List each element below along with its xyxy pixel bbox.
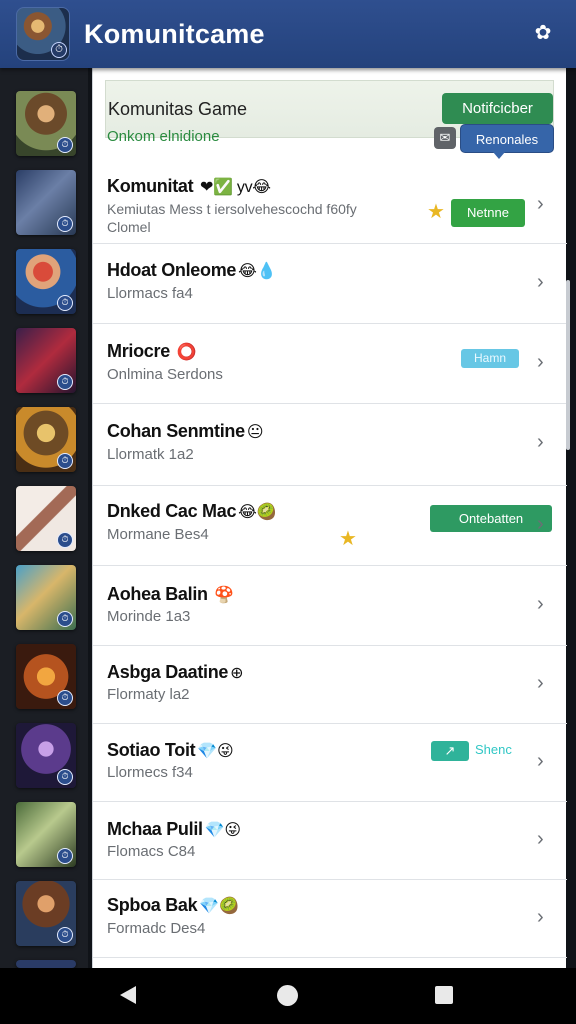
clock-icon: ⏱ [57,769,73,785]
emoji-icon: 😐 [246,424,264,441]
app-avatar[interactable]: ⏱ [16,7,70,61]
row-title: Dnked Cac Mac [107,501,237,521]
row-subtitle-2: Clomel [107,219,151,235]
game-avatar[interactable]: ⏱ [16,249,76,314]
game-avatar[interactable]: ⏱ [16,723,76,788]
list-item[interactable]: Cohan Senmtine 😐 Llormatk 1a2 › [93,404,567,486]
emoji-icon: ⭕ [176,344,197,361]
clock-icon: ⏱ [57,137,73,153]
row-subtitle: Flormaty la2 [107,686,190,703]
game-avatar[interactable]: ⏱ [16,328,76,393]
report-button[interactable]: Renonales [460,124,554,159]
clock-icon: ⏱ [57,374,73,390]
game-avatar[interactable]: ⏱ [16,91,76,156]
row-subtitle: Onlmina Serdons [107,366,223,383]
emoji-icon: 😂🥝 [238,504,277,521]
chevron-right-icon[interactable]: › [537,751,549,771]
list-item[interactable]: Sotiao Toit 💎😜 Llormecs f34 ↗ Shenc › [93,724,567,802]
clock-icon: ⏱ [57,532,73,548]
row-subtitle: Flomacs C84 [107,843,196,860]
game-avatar[interactable]: ⏱ [16,407,76,472]
chevron-right-icon[interactable]: › [537,829,549,849]
row-title: Cohan Senmtine [107,421,245,441]
row-title: Asbga Daatine [107,662,229,682]
list-item[interactable]: Aohea Balin 🍄 Morinde 1a3 › [93,566,567,646]
status-badge[interactable]: Hamn [461,349,519,368]
row-subtitle: Llormecs f34 [107,764,193,781]
list-item[interactable]: Mriocre ⭕ Onlmina Serdons Hamn › [93,324,567,404]
game-avatar[interactable]: ⏱ [16,486,76,551]
game-avatar[interactable]: ⏱ [16,170,76,235]
chevron-right-icon[interactable]: › [537,352,549,372]
list-item[interactable]: Dnked Cac Mac 😂🥝 Mormane Bes4 ★ Ontebatte… [93,486,567,566]
status-badge[interactable]: Shenc [475,742,512,757]
chevron-right-icon[interactable]: › [537,673,549,693]
settings-icon[interactable]: ✿ [532,22,554,44]
notify-button[interactable]: Notifcicber [442,93,553,124]
community-list: Komunitat ❤✅ yv😂 Kemiutas Mess t iersolv… [93,164,567,958]
chevron-right-icon[interactable]: › [537,272,549,292]
emoji-icon: 💎😜 [204,822,241,839]
back-icon[interactable] [120,986,136,1004]
list-item[interactable]: Mchaa Pulil 💎😜 Flomacs C84 › [93,802,567,880]
clock-icon: ⏱ [57,216,73,232]
chat-icon[interactable]: ✉ [434,127,456,149]
row-title: Mriocre [107,341,170,361]
sub-header-label[interactable]: Onkom elnidione [107,128,220,145]
row-subtitle: Llormacs fa4 [107,285,193,302]
emoji-icon: 💎😜 [197,743,234,760]
clock-icon: ⏱ [57,927,73,943]
emoji-icon: 😂💧 [238,263,277,280]
clock-icon: ⏱ [51,42,67,58]
clock-icon: ⏱ [57,690,73,706]
row-subtitle: Mormane Bes4 [107,526,209,543]
row-title: Sotiao Toit [107,740,196,760]
game-rail: ⏱ ⏱ ⏱ ⏱ ⏱ ⏱ ⏱ ⏱ ⏱ ⏱ ⏱ [0,68,88,968]
chevron-right-icon[interactable]: › [537,194,549,214]
clock-icon: ⏱ [57,295,73,311]
row-subtitle: Kemiutas Mess t iersolvehescochd f60fy [107,201,357,217]
panel-title: Komunitas Game [108,98,248,119]
game-avatar[interactable]: ⏱ [16,644,76,709]
game-avatar[interactable]: ⏱ [16,881,76,946]
row-subtitle: Formadc Des4 [107,920,206,937]
app-bar: ⏱ Komunitcame ✿ [0,0,576,68]
emoji-icon: 🍄 [214,587,235,604]
list-item[interactable]: Asbga Daatine ⊕ Flormaty la2 › [93,646,567,724]
star-icon: ★ [427,201,445,223]
row-title: Aohea Balin [107,584,208,604]
chevron-right-icon[interactable]: › [537,514,549,534]
emoji-icon: ❤✅ yv😂 [200,179,271,196]
chevron-right-icon[interactable]: › [537,907,549,927]
clock-icon: ⏱ [57,611,73,627]
clock-icon: ⏱ [57,848,73,864]
game-avatar[interactable] [16,960,76,968]
emoji-icon: ⊕ [230,665,244,682]
list-item[interactable]: Spboa Bak 💎🥝 Formadc Des4 › [93,880,567,958]
list-item[interactable]: Hdoat Onleome 😂💧 Llormacs fa4 › [93,244,567,324]
row-title: Hdoat Onleome [107,260,237,280]
app-title: Komunitcame [84,18,265,49]
clock-icon: ⏱ [57,453,73,469]
row-title: Spboa Bak [107,895,198,915]
scrollbar[interactable] [566,280,570,450]
chevron-right-icon[interactable]: › [537,432,549,452]
list-item[interactable]: Komunitat ❤✅ yv😂 Kemiutas Mess t iersolv… [93,164,567,244]
row-title: Komunitat [107,176,194,196]
emoji-icon: 💎🥝 [199,898,239,915]
game-avatar[interactable]: ⏱ [16,802,76,867]
community-panel: Komunitas Game Notifcicber Onkom elnidio… [92,68,567,968]
share-icon[interactable]: ↗ [431,741,469,761]
game-avatar[interactable]: ⏱ [16,565,76,630]
status-badge[interactable]: Netnne [451,199,525,227]
status-badge[interactable]: Ontebatten [430,505,552,532]
row-subtitle: Llormatk 1a2 [107,446,194,463]
row-subtitle: Morinde 1a3 [107,608,191,625]
row-title: Mchaa Pulil [107,819,203,839]
star-icon: ★ [339,528,357,550]
system-nav-bar [0,968,576,1024]
home-icon[interactable] [277,985,298,1006]
chevron-right-icon[interactable]: › [537,594,549,614]
recent-apps-icon[interactable] [435,986,453,1004]
